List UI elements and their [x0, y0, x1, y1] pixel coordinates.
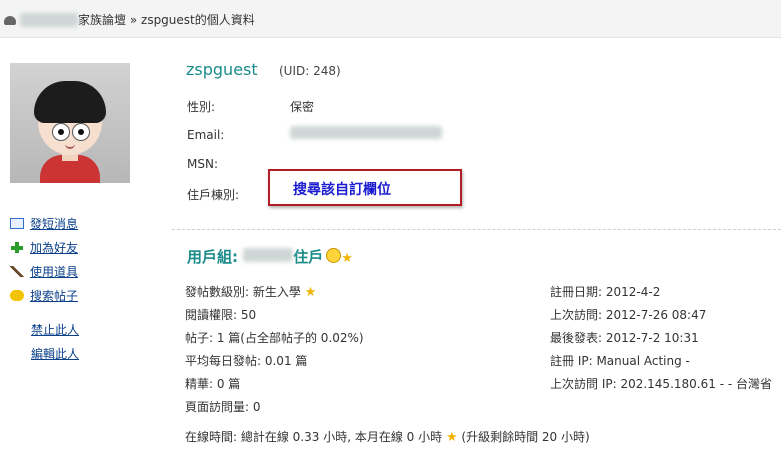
speech-bubble-icon — [10, 290, 24, 301]
stat-last-post: 最後發表: 2012-7-2 10:31 — [550, 331, 699, 345]
stat-page-views: 頁面訪問量: 0 — [185, 400, 261, 414]
plus-icon — [10, 242, 24, 253]
user-group-name-blurred — [243, 248, 294, 262]
stat-last-visit-ip: 上次訪問 IP: 202.145.180.61 - - 台灣省 — [550, 377, 772, 391]
envelope-icon — [10, 218, 24, 229]
stat-last-visit: 上次訪問: 2012-7-26 08:47 — [550, 308, 707, 322]
gender-value: 保密 — [290, 100, 315, 114]
online-time-text: 在線時間: 總計在線 0.33 小時, 本月在線 0 小時 — [185, 430, 443, 444]
sidebar-item-ban-user[interactable]: 禁止此人 — [31, 321, 79, 338]
sidebar-item-send-message[interactable]: 發短消息 — [10, 215, 78, 232]
sidebar-item-use-item[interactable]: 使用道具 — [10, 263, 78, 280]
star-icon: ★ — [445, 430, 458, 445]
breadcrumb: 家族論壇 » zspguest的個人資料 — [4, 11, 255, 28]
stat-posts: 帖子: 1 篇(占全部帖子的 0.02%) — [185, 331, 364, 345]
sidebar-item-add-friend[interactable]: 加為好友 — [10, 239, 78, 256]
user-id: (UID: 248) — [279, 64, 341, 78]
stat-register-ip: 註冊 IP: Manual Acting - — [550, 354, 690, 368]
magic-wand-icon — [10, 266, 24, 277]
stat-register-date: 註冊日期: 2012-4-2 — [550, 285, 661, 299]
email-value-blurred — [290, 126, 442, 140]
avatar — [10, 63, 130, 183]
star-icon: ★ — [341, 251, 353, 266]
sidebar-item-search-posts[interactable]: 搜索帖子 — [10, 287, 78, 304]
sidebar-item-edit-user[interactable]: 編輯此人 — [31, 345, 79, 362]
send-message-link[interactable]: 發短消息 — [30, 217, 78, 231]
search-posts-link[interactable]: 搜索帖子 — [30, 289, 78, 303]
use-item-link[interactable]: 使用道具 — [30, 265, 78, 279]
user-group-suffix: 住戶 — [293, 248, 324, 266]
stat-avg-daily-posts: 平均每日發帖: 0.01 篇 — [185, 354, 308, 368]
custom-field-label: 住戶棟別: — [187, 188, 240, 202]
user-group-title: 用戶組: 住戶 ★ — [187, 246, 353, 267]
online-time: 在線時間: 總計在線 0.33 小時, 本月在線 0 小時 ★ (升級剩餘時間 … — [185, 428, 590, 445]
callout-text: 搜尋該自訂欄位 — [293, 182, 391, 198]
star-icon: ★ — [304, 285, 317, 300]
breadcrumb-forum[interactable]: 家族論壇 — [78, 13, 126, 27]
stat-post-level-text: 發帖數級別: 新生入學 — [185, 285, 301, 299]
home-icon[interactable] — [4, 16, 16, 25]
edit-user-link[interactable]: 編輯此人 — [31, 347, 79, 361]
user-group-prefix: 用戶組: — [187, 248, 238, 266]
stat-post-level: 發帖數級別: 新生入學 ★ — [185, 283, 316, 300]
forum-name-blurred[interactable] — [20, 13, 78, 27]
msn-label: MSN: — [187, 157, 218, 171]
ban-user-link[interactable]: 禁止此人 — [31, 323, 79, 337]
breadcrumb-current: zspguest的個人資料 — [141, 13, 255, 27]
online-time-remaining: (升級剩餘時間 20 小時) — [461, 430, 590, 444]
search-custom-field-callout: 搜尋該自訂欄位 — [268, 169, 462, 206]
breadcrumb-separator: » — [129, 13, 138, 27]
stat-digest: 精華: 0 篇 — [185, 377, 241, 391]
section-divider — [172, 229, 781, 230]
breadcrumb-bar: 家族論壇 » zspguest的個人資料 — [0, 0, 781, 38]
email-label: Email: — [187, 128, 225, 142]
add-friend-link[interactable]: 加為好友 — [30, 241, 78, 255]
smiley-icon — [326, 248, 342, 263]
stat-read-permission: 閱讀權限: 50 — [185, 308, 257, 322]
username: zspguest — [186, 60, 258, 79]
gender-label: 性別: — [187, 100, 216, 114]
